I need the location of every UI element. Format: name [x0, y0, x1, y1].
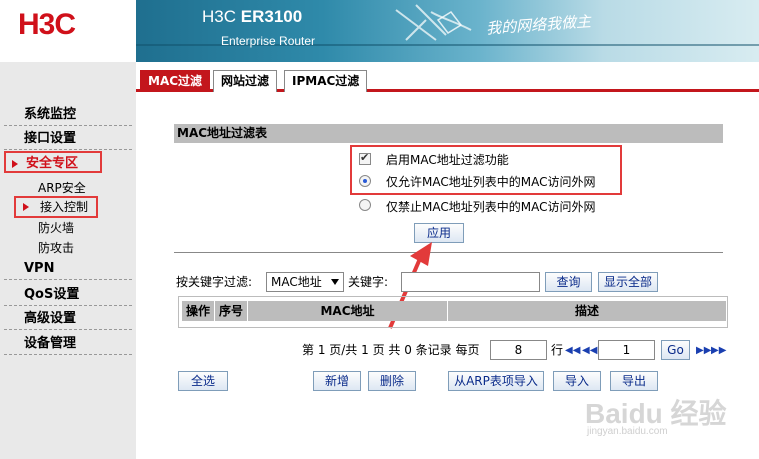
delete-button[interactable]: 删除 [368, 371, 416, 391]
tab-website-filter[interactable]: 网站过滤 [213, 70, 278, 92]
page-number-input[interactable]: 1 [598, 340, 655, 360]
tab-bar: MAC过滤 网站过滤 IPMAC过滤 [136, 62, 759, 92]
tab-ipmac-filter[interactable]: IPMAC过滤 [284, 70, 368, 92]
sidebar-subitem-anti-attack[interactable]: 防攻击 [38, 238, 74, 258]
first-page-icon[interactable]: ◀◀ [565, 345, 580, 357]
keyword-input[interactable] [401, 272, 540, 292]
show-all-button[interactable]: 显示全部 [598, 272, 658, 292]
header-banner: H3C ER3100 Enterprise Router 我的网络我做主 [136, 0, 759, 62]
slogan: 我的网络我做主 [485, 12, 592, 38]
section-title: MAC地址过滤表 [174, 124, 723, 143]
enable-filter-checkbox[interactable] [359, 151, 371, 165]
sidebar-item-system-monitor[interactable]: 系统监控 [4, 104, 132, 126]
triangle-right-icon [23, 203, 29, 211]
enable-filter-label: 启用MAC地址过滤功能 [386, 153, 509, 167]
pager-summary: 第 1 页/共 1 页 共 0 条记录 每页 [302, 343, 480, 357]
import-from-arp-button[interactable]: 从ARP表项导入 [448, 371, 544, 391]
sidebar-item-advanced[interactable]: 高级设置 [4, 308, 132, 330]
sidebar-subitem-access-control[interactable]: 接入控制 [14, 196, 98, 218]
sidebar-subitem-firewall[interactable]: 防火墙 [38, 218, 74, 238]
router-admin-page: H3C H3C ER3100 Enterprise Router 我的网络我做主… [0, 0, 759, 459]
prev-page-icon[interactable]: ◀◀ [582, 345, 597, 357]
triangle-right-icon [12, 160, 18, 168]
divider [174, 252, 723, 253]
chevron-down-icon [331, 279, 339, 285]
sidebar-item-security[interactable]: 安全专区 [4, 151, 102, 173]
baidu-watermark: Baidu 经验 jingyan.baidu.com [585, 392, 727, 437]
banner-sketch-icon [395, 4, 472, 41]
last-page-icon[interactable]: ▶▶ [711, 345, 726, 357]
go-button[interactable]: Go [661, 340, 690, 360]
h3c-logo: H3C [18, 8, 76, 41]
column-header-index: 序号 [215, 301, 248, 321]
sidebar: 系统监控 接口设置 安全专区 ARP安全 接入控制 防火墙 防攻击 VPN Qo… [0, 62, 136, 459]
watermark-sub: jingyan.baidu.com [587, 426, 668, 437]
filter-by-keyword-label: 按关键字过滤: [176, 275, 253, 289]
deny-list-radio[interactable] [359, 199, 371, 211]
rows-label: 行 [551, 343, 564, 357]
column-header-mac: MAC地址 [248, 301, 448, 321]
sidebar-item-label: 安全专区 [26, 156, 79, 171]
logo-area: H3C [0, 0, 136, 62]
next-page-icon[interactable]: ▶▶ [696, 345, 711, 357]
sidebar-subitem-label: 接入控制 [40, 200, 89, 214]
table-header: 操作 序号 MAC地址 描述 [182, 301, 726, 321]
filter-field-value: MAC地址 [271, 275, 322, 289]
per-page-input[interactable]: 8 [490, 340, 547, 360]
product-prefix: H3C [202, 7, 237, 26]
sidebar-item-interface-settings[interactable]: 接口设置 [4, 128, 132, 150]
filter-field-select[interactable]: MAC地址 [266, 272, 344, 292]
product-title: H3C ER3100 [202, 7, 302, 27]
query-button[interactable]: 查询 [545, 272, 592, 292]
import-button[interactable]: 导入 [553, 371, 601, 391]
deny-list-label: 仅禁止MAC地址列表中的MAC访问外网 [386, 200, 596, 214]
sidebar-item-device-management[interactable]: 设备管理 [4, 333, 132, 355]
keyword-label: 关键字: [348, 275, 389, 289]
add-button[interactable]: 新增 [313, 371, 361, 391]
column-header-description: 描述 [574, 304, 599, 318]
tab-mac-filter[interactable]: MAC过滤 [140, 70, 211, 92]
sidebar-subitem-arp-security[interactable]: ARP安全 [38, 178, 86, 198]
select-all-button[interactable]: 全选 [178, 371, 228, 391]
product-model: ER3100 [240, 7, 303, 26]
mac-table: 操作 序号 MAC地址 描述 [178, 296, 728, 328]
column-header-action: 操作 [182, 301, 215, 321]
export-button[interactable]: 导出 [610, 371, 658, 391]
sidebar-item-vpn[interactable]: VPN [4, 258, 132, 280]
allow-list-radio[interactable] [359, 175, 371, 187]
sidebar-item-qos[interactable]: QoS设置 [4, 284, 132, 306]
allow-list-label: 仅允许MAC地址列表中的MAC访问外网 [386, 175, 596, 189]
product-subtitle: Enterprise Router [221, 34, 316, 48]
